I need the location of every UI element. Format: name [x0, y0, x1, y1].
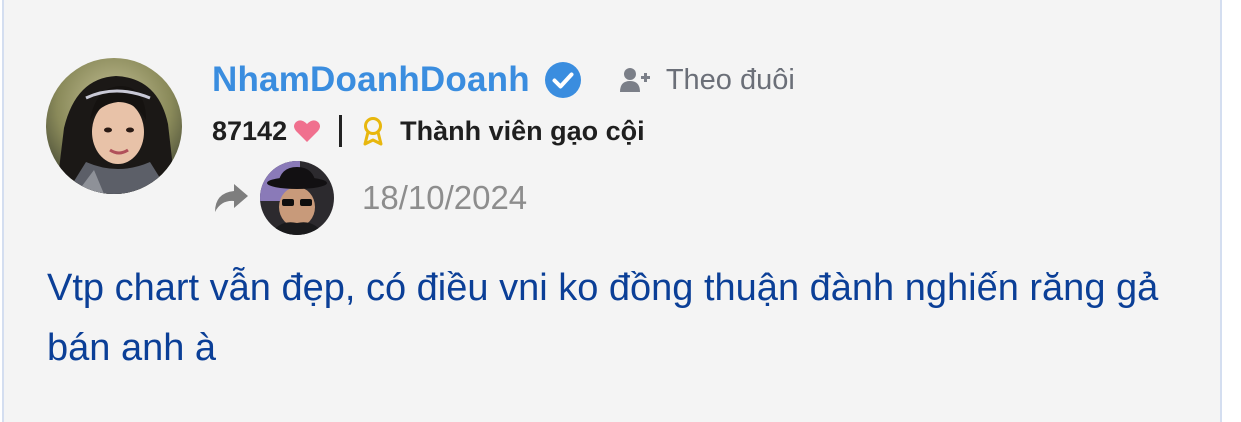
user-plus-icon: [619, 68, 650, 92]
shared-by-avatar[interactable]: [260, 161, 334, 235]
share-row: 18/10/2024: [212, 158, 795, 238]
post-date: 18/10/2024: [362, 179, 528, 216]
author-rank: Thành viên gạo cội: [400, 115, 645, 146]
stats-divider: [339, 115, 343, 147]
shared-by-avatar-image: [260, 161, 334, 235]
author-avatar-image: [46, 58, 182, 194]
author-avatar[interactable]: [46, 58, 182, 194]
post-header: NhamDoanhDoanh Theo đuôi 87142 Thành viê…: [212, 56, 795, 238]
follow-button[interactable]: Theo đuôi: [619, 63, 795, 97]
follow-label: Theo đuôi: [665, 63, 795, 96]
author-stats-row: 87142 Thành viên gạo cội: [212, 106, 795, 156]
post-card: NhamDoanhDoanh Theo đuôi 87142 Thành viê…: [2, 0, 1222, 422]
author-username[interactable]: NhamDoanhDoanh: [212, 60, 530, 100]
post-content: Vtp chart vẫn đẹp, có điều vni ko đồng t…: [47, 267, 1159, 369]
heart-icon: [294, 120, 321, 142]
author-points: 87142: [212, 115, 288, 146]
share-arrow-icon: [215, 184, 248, 212]
verified-check-icon: [544, 62, 581, 98]
award-ribbon-icon: [363, 117, 383, 146]
author-name-row: NhamDoanhDoanh Theo đuôi: [212, 56, 795, 104]
